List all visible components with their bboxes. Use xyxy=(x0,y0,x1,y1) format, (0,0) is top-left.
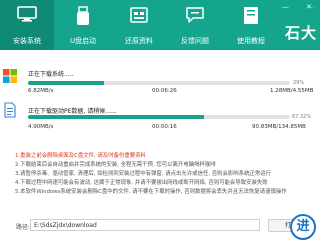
progress-percent: 67.32% xyxy=(292,114,312,120)
download-path-input[interactable]: E:\SdsZjdx\download xyxy=(30,219,260,231)
progress-percent: 29% xyxy=(293,80,305,86)
monitor-icon xyxy=(17,6,37,27)
notice-item: 5.本软件Windows系统安装会删除C盘中的文件, 请不要在下载时操作, 否则… xyxy=(15,188,287,195)
windows-logo-icon xyxy=(3,68,17,87)
usb-icon xyxy=(76,6,90,30)
top-bar: 安装系统 U盘启动 还原资料 反馈问题 使用教程 ··· — ✕ 石大 xyxy=(0,0,320,50)
progress-fill xyxy=(28,115,204,119)
tab-restore-data[interactable]: 还原资料 xyxy=(112,0,166,50)
task-title: 正在下载驱动PE数据, 请稍候...... xyxy=(28,108,117,115)
size-progress: 1.28MB/4.55MB xyxy=(270,88,314,94)
close-button[interactable]: ✕ xyxy=(306,3,312,11)
elapsed-time: 00:00:16 xyxy=(152,124,177,130)
notice-item: 4.下载过程中网速可能会有波动, 这属于正常现象, 并请不要拔出网线或断开网络,… xyxy=(15,179,268,186)
task-title: 正在下载系统..... xyxy=(28,71,74,78)
progress-bar xyxy=(28,81,290,85)
restore-icon xyxy=(129,6,149,28)
download-speed: 4.90MB/s xyxy=(28,124,54,130)
tab-install-system[interactable]: 安装系统 xyxy=(0,0,54,50)
notice-item: 2.下载结束后会自动重启并完成系统的安装, 全程无需干预, 您可以离开电脑喝杯咖… xyxy=(15,161,216,168)
tab-label: 安装系统 xyxy=(13,37,41,45)
document-icon xyxy=(4,102,16,122)
notice-item: 3.请暂停杀毒、驱动管家, 清理后, 如检测到安装过程中有弹窗, 请点击允许或信… xyxy=(15,170,272,177)
notice-item: 1.重装之前会删除桌面及C盘文件, 请及时备份重要资料 xyxy=(15,153,146,159)
path-label: 路径: xyxy=(16,224,31,231)
tab-usb-boot[interactable]: U盘启动 xyxy=(56,0,110,50)
floating-logo-icon[interactable]: 进 xyxy=(290,214,316,240)
book-icon xyxy=(242,6,260,29)
tab-label: 还原资料 xyxy=(125,37,153,45)
notice-list: 1.重装之前会删除桌面及C盘文件, 请及时备份重要资料 2.下载结束后会自动重启… xyxy=(15,152,305,197)
tab-label: 反馈问题 xyxy=(181,37,209,45)
progress-fill xyxy=(28,81,104,85)
elapsed-time: 00:06:26 xyxy=(152,88,177,94)
tab-label: 使用教程 xyxy=(237,37,265,45)
brand-logo-text: 石大 xyxy=(284,24,317,42)
minimize-button[interactable]: — xyxy=(282,3,289,11)
tab-tutorial[interactable]: 使用教程 xyxy=(224,0,278,50)
progress-bar xyxy=(28,115,290,119)
chat-icon xyxy=(185,6,205,28)
size-progress: 90.83MB/134.85MB xyxy=(252,124,306,130)
tab-label: U盘启动 xyxy=(69,37,97,45)
download-speed: 6.82MB/s xyxy=(28,88,54,94)
tab-feedback[interactable]: 反馈问题 xyxy=(168,0,222,50)
